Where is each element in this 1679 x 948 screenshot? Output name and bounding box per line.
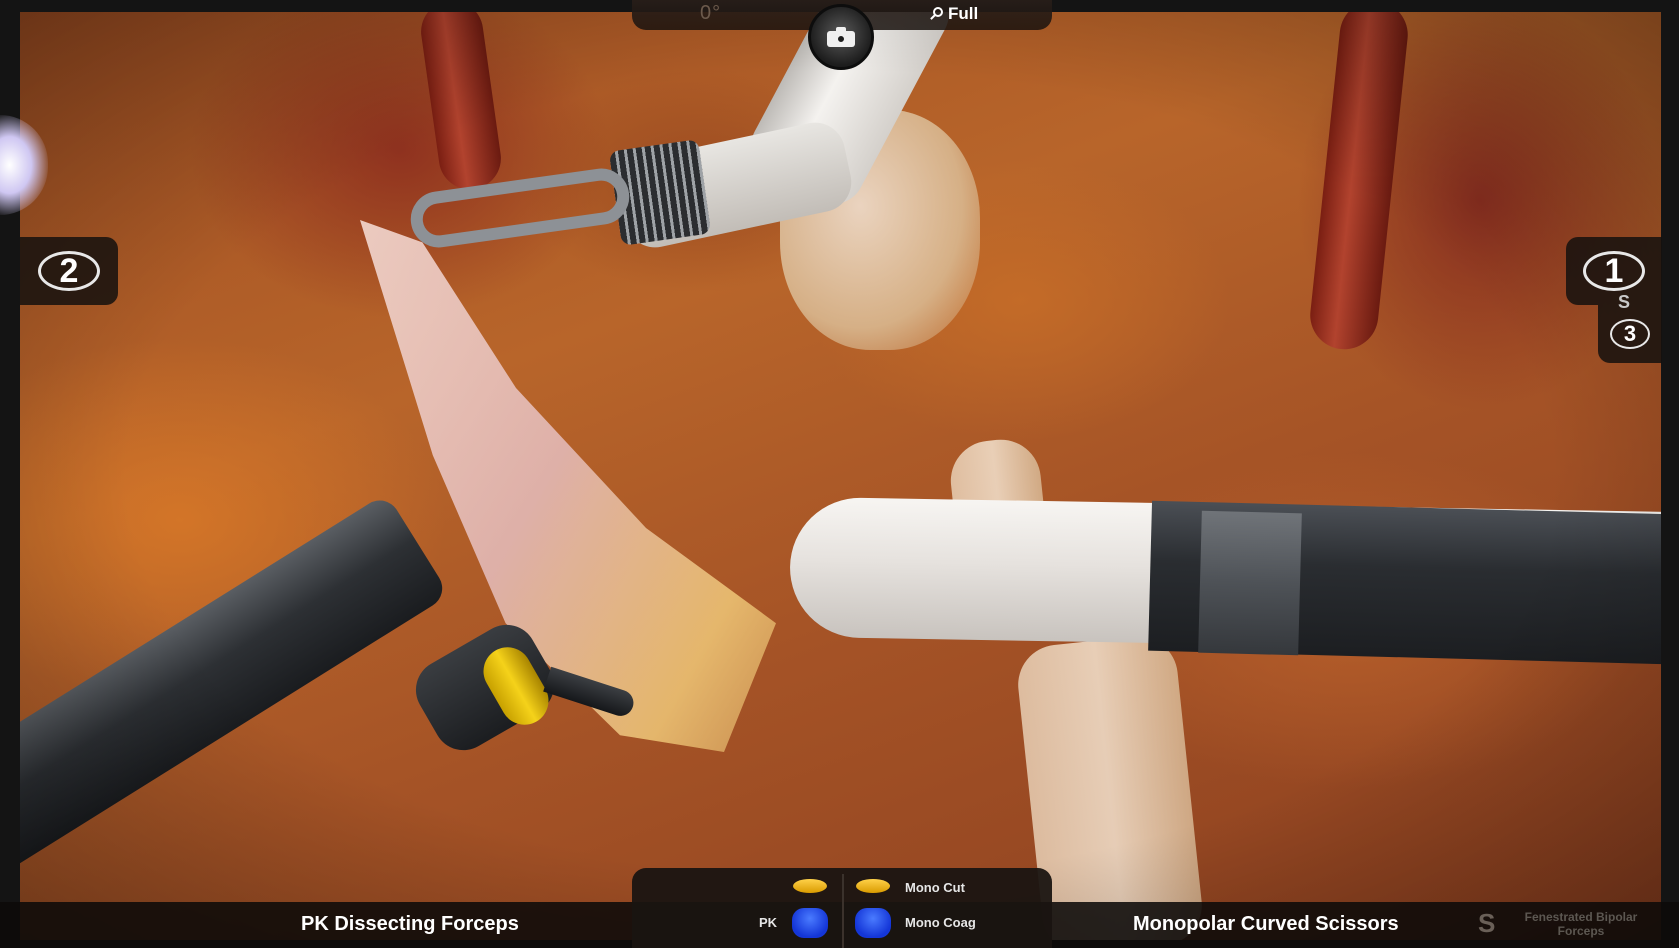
left-instrument-name: PK Dissecting Forceps <box>301 913 519 935</box>
magnifier-icon <box>930 7 944 21</box>
left-cut-pedal-indicator <box>793 879 827 893</box>
mono-coag-pedal-indicator <box>855 908 891 938</box>
zoom-label: Full <box>948 4 979 23</box>
swap-arrow-icon[interactable]: S <box>1478 908 1495 939</box>
mono-cut-label: Mono Cut <box>905 880 965 895</box>
third-instrument-name: Fenestrated Bipolar Forceps <box>1524 910 1638 938</box>
pk-label: PK <box>759 915 778 930</box>
arm-indicator-swap[interactable]: 3 <box>1598 305 1662 363</box>
right-instrument-name: Monopolar Curved Scissors <box>1133 913 1399 935</box>
mono-coag-label: Mono Coag <box>905 915 976 930</box>
zoom-indicator[interactable]: Full <box>930 4 978 24</box>
pk-pedal-indicator <box>792 908 828 938</box>
frame-border-right <box>1661 0 1679 948</box>
mono-cut-pedal-indicator <box>856 879 890 893</box>
arm-indicator-left[interactable]: 2 <box>20 237 118 305</box>
arm-indicator-right[interactable]: 1 <box>1566 237 1662 305</box>
arm-number-badge: 3 <box>1610 319 1650 349</box>
scope-angle: 0° <box>700 2 722 24</box>
endoscope-view <box>0 0 1679 948</box>
camera-button[interactable] <box>808 4 874 70</box>
swap-arrow-icon: S <box>1618 292 1631 312</box>
camera-icon <box>827 27 855 47</box>
arm-number-badge: 2 <box>38 251 100 291</box>
vignette <box>0 0 1679 948</box>
arm-number-badge: 1 <box>1583 251 1645 291</box>
pedal-divider <box>842 874 844 948</box>
